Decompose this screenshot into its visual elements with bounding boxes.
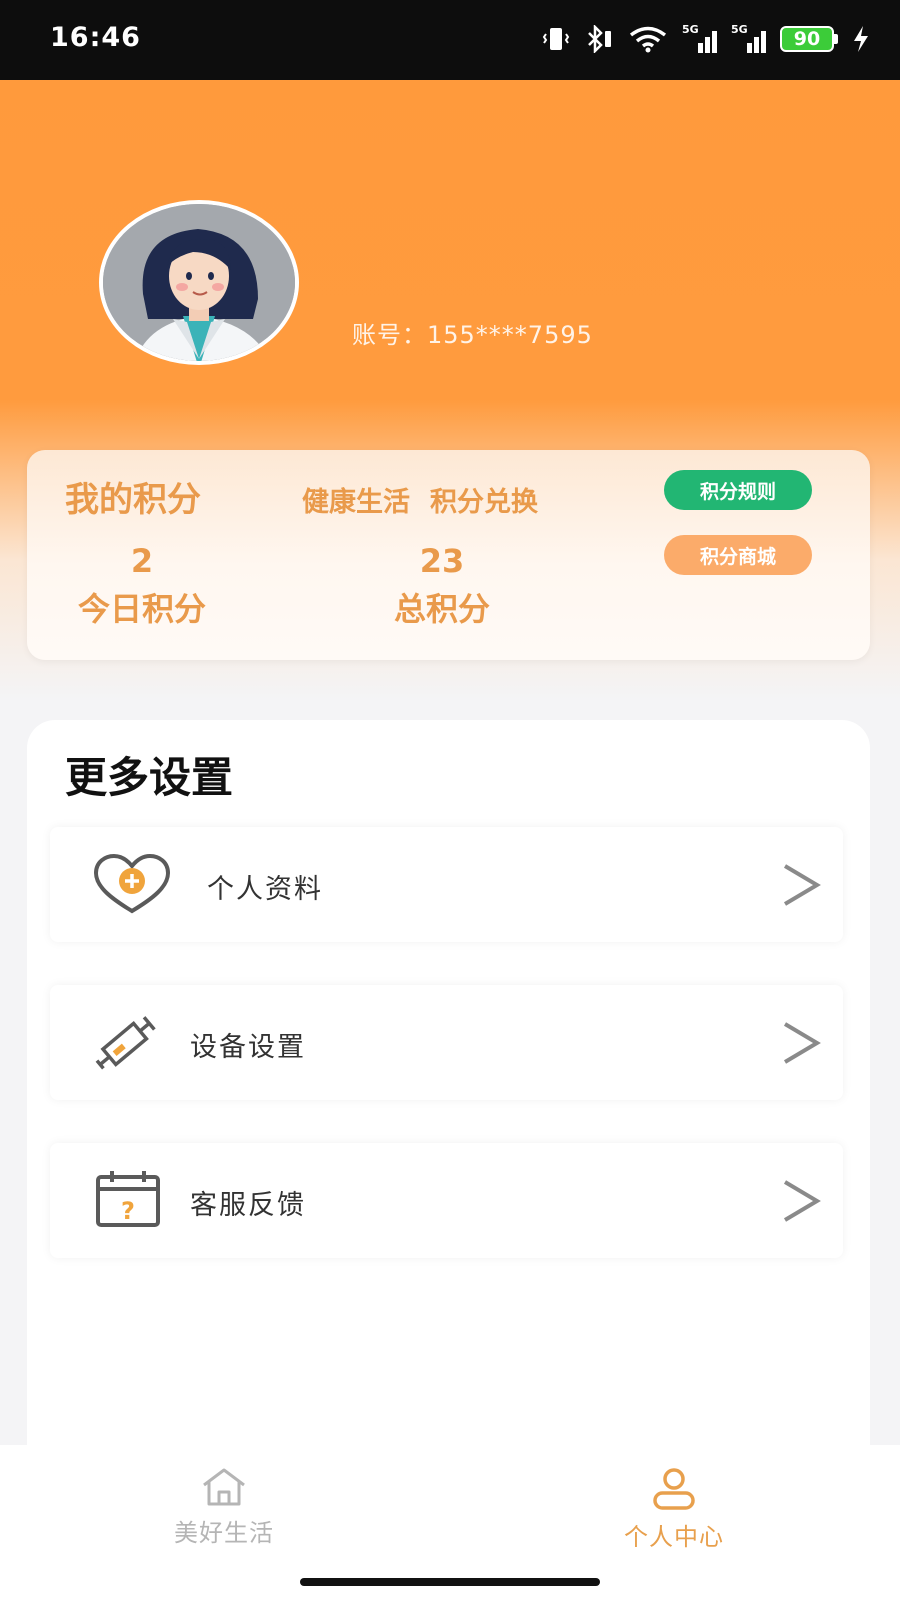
tab-personal-center-label: 个人中心 — [624, 1523, 724, 1551]
settings-panel: 更多设置 个人资料 设备设置 ? 客服反馈 — [27, 720, 870, 1450]
total-points-label: 总积分 — [393, 590, 490, 628]
account-label: 账号： — [352, 321, 427, 349]
settings-item-feedback[interactable]: ? 客服反馈 — [50, 1143, 843, 1258]
home-indicator[interactable] — [300, 1578, 600, 1586]
tab-home-label: 美好生活 — [174, 1519, 274, 1547]
tab-home[interactable]: 美好生活 — [124, 1467, 324, 1548]
settings-item-feedback-label: 客服反馈 — [190, 1190, 306, 1221]
tab-personal-center[interactable]: 个人中心 — [574, 1467, 774, 1552]
today-points: 2 今日积分 — [62, 542, 222, 630]
bottom-nav: 美好生活 个人中心 — [0, 1445, 900, 1600]
home-icon — [203, 1468, 245, 1506]
points-title: 我的积分 — [65, 480, 201, 520]
cellular-signal-2-icon: 5G — [731, 23, 766, 53]
points-links: 健康生活 积分兑换 — [302, 480, 538, 519]
chevron-right-icon — [783, 864, 821, 906]
healthy-life-link[interactable]: 健康生活 — [302, 480, 410, 519]
settings-item-device[interactable]: 设备设置 — [50, 985, 843, 1100]
cellular-signal-icon: 5G — [682, 23, 717, 53]
heart-plus-icon — [92, 853, 172, 915]
points-card: 我的积分 健康生活 积分兑换 积分规则 积分商城 2 今日积分 23 总积分 — [27, 450, 870, 660]
points-exchange-link[interactable]: 积分兑换 — [430, 480, 538, 519]
status-icons: 5G 5G 90 — [542, 22, 870, 56]
bluetooth-icon — [588, 25, 611, 53]
status-bar: 16:46 5G 5G 90 — [0, 0, 900, 80]
settings-title: 更多设置 — [65, 753, 234, 802]
today-points-value: 2 — [130, 542, 154, 580]
points-mall-button[interactable]: 积分商城 — [664, 535, 812, 575]
settings-item-device-label: 设备设置 — [190, 1032, 306, 1063]
profile-page: 16:46 5G 5G 90 账号：155****7595 我的积分 健康生活 … — [0, 0, 900, 1600]
settings-item-profile[interactable]: 个人资料 — [50, 827, 843, 942]
chevron-right-icon — [783, 1022, 821, 1064]
account-value: 155****7595 — [427, 321, 593, 349]
doctor-avatar-icon — [103, 204, 295, 361]
account-number: 账号：155****7595 — [352, 315, 593, 350]
wifi-icon — [629, 26, 667, 53]
avatar[interactable] — [99, 200, 299, 365]
today-points-label: 今日积分 — [77, 590, 206, 628]
charging-icon — [854, 26, 868, 52]
battery-icon: 90 — [780, 26, 838, 52]
points-rules-button[interactable]: 积分规则 — [664, 470, 812, 510]
svg-text:?: ? — [121, 1197, 135, 1225]
syringe-icon — [94, 1013, 160, 1071]
chevron-right-icon — [783, 1180, 821, 1222]
total-points: 23 总积分 — [382, 542, 502, 630]
settings-item-profile-label: 个人资料 — [207, 874, 323, 905]
status-time: 16:46 — [50, 22, 141, 53]
total-points-value: 23 — [419, 542, 465, 580]
calendar-question-icon: ? — [94, 1169, 162, 1229]
vibrate-icon — [542, 28, 570, 50]
user-icon — [653, 1468, 695, 1510]
